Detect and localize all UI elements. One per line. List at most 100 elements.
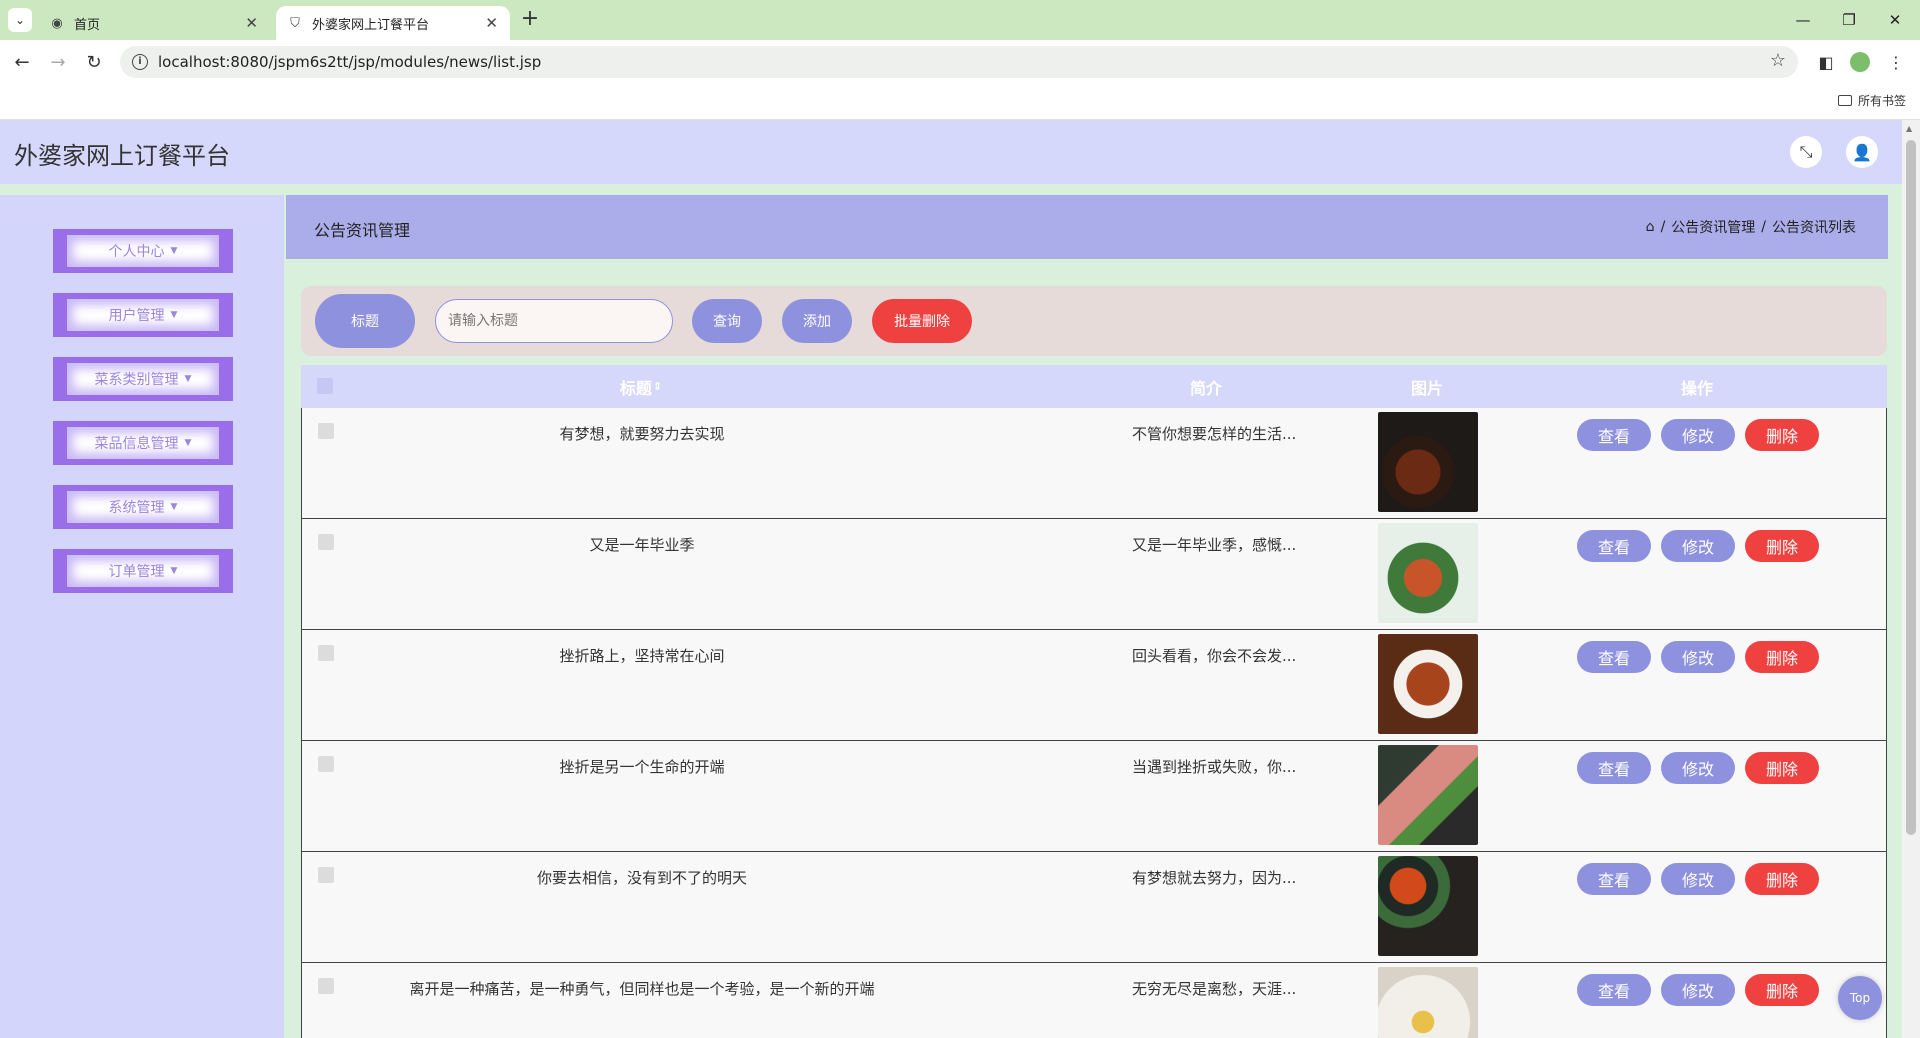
app-title: 外婆家网上订餐平台 bbox=[14, 142, 230, 170]
scroll-up-icon[interactable]: ▲ bbox=[1906, 124, 1912, 133]
table-row: 又是一年毕业季 又是一年毕业季，感慨... 查看 修改 删除 bbox=[301, 519, 1887, 630]
sidebar-item-label: 菜品信息管理 bbox=[94, 436, 179, 452]
window-close-icon[interactable]: ✕ bbox=[1872, 6, 1918, 34]
view-button[interactable]: 查看 bbox=[1577, 752, 1651, 784]
row-intro: 无穷无尽是离愁，天涯... bbox=[1132, 980, 1297, 998]
breadcrumb-item[interactable]: 公告资讯管理 bbox=[1671, 217, 1755, 237]
news-table: 标题 ⇕ 简介 图片 操作 有梦想，就要努力去实现 不管你想要怎样的生活... 查… bbox=[301, 365, 1887, 1038]
column-image: 图片 bbox=[1410, 378, 1443, 398]
row-checkbox[interactable] bbox=[318, 423, 334, 439]
restore-icon[interactable]: ❐ bbox=[1826, 6, 1872, 34]
site-info-icon[interactable]: i bbox=[132, 54, 148, 70]
view-button[interactable]: 查看 bbox=[1577, 419, 1651, 451]
close-icon[interactable]: ✕ bbox=[485, 14, 498, 32]
row-intro: 有梦想就去努力，因为... bbox=[1132, 869, 1297, 887]
fullscreen-icon[interactable]: ⤡ bbox=[1790, 136, 1822, 168]
row-title: 离开是一种痛苦，是一种勇气，但同样也是一个考验，是一个新的开端 bbox=[409, 980, 875, 998]
new-tab-button[interactable]: + bbox=[518, 8, 542, 32]
profile-icon[interactable] bbox=[1848, 50, 1872, 74]
edit-button[interactable]: 修改 bbox=[1661, 863, 1735, 895]
minimize-icon[interactable]: — bbox=[1780, 6, 1826, 34]
folder-icon bbox=[1837, 95, 1852, 106]
edit-button[interactable]: 修改 bbox=[1661, 974, 1735, 1006]
edit-button[interactable]: 修改 bbox=[1661, 641, 1735, 673]
scrollbar-thumb[interactable] bbox=[1906, 140, 1916, 835]
edit-button[interactable]: 修改 bbox=[1661, 752, 1735, 784]
row-checkbox[interactable] bbox=[318, 867, 334, 883]
row-title: 有梦想，就要努力去实现 bbox=[559, 425, 725, 443]
more-menu-icon[interactable]: ⋮ bbox=[1884, 50, 1908, 74]
delete-button[interactable]: 删除 bbox=[1745, 530, 1819, 562]
tab-search-icon[interactable]: ⌄ bbox=[8, 8, 32, 32]
delete-button[interactable]: 删除 bbox=[1745, 974, 1819, 1006]
tab-label: 首页 bbox=[74, 17, 101, 33]
back-icon[interactable]: ← bbox=[10, 50, 34, 74]
row-checkbox[interactable] bbox=[318, 756, 334, 772]
sidebar-item-system[interactable]: 系统管理 ▼ bbox=[53, 485, 233, 529]
sidebar-item-dish-info[interactable]: 菜品信息管理 ▼ bbox=[53, 421, 233, 465]
url-field[interactable]: i localhost:8080/jspm6s2tt/jsp/modules/n… bbox=[120, 46, 1798, 78]
bookmark-star-icon[interactable]: ☆ bbox=[1770, 50, 1786, 71]
page-title: 公告资讯管理 bbox=[314, 221, 411, 240]
caret-down-icon: ▼ bbox=[170, 246, 178, 256]
close-icon[interactable]: ✕ bbox=[245, 14, 258, 32]
delete-button[interactable]: 删除 bbox=[1745, 641, 1819, 673]
view-button[interactable]: 查看 bbox=[1577, 641, 1651, 673]
user-icon[interactable]: 👤 bbox=[1846, 136, 1878, 168]
all-bookmarks-button[interactable]: 所有书签 bbox=[1837, 92, 1906, 109]
search-label: 标题 bbox=[315, 294, 415, 348]
view-button[interactable]: 查看 bbox=[1577, 863, 1651, 895]
home-icon[interactable]: ⌂ bbox=[1646, 219, 1655, 235]
sort-icon[interactable]: ⇕ bbox=[653, 380, 662, 393]
sidebar: 个人中心 ▼ 用户管理 ▼ 菜系类别管理 ▼ 菜品信息管理 ▼ 系统管理 ▼ 订单管理 ▼ bbox=[0, 195, 284, 1038]
row-title: 你要去相信，没有到不了的明天 bbox=[536, 869, 747, 887]
reload-icon[interactable]: ↻ bbox=[82, 50, 106, 74]
browser-tab-home[interactable]: ◉ 首页 ✕ bbox=[38, 6, 270, 40]
title-search-input[interactable] bbox=[435, 299, 673, 343]
app-header: 外婆家网上订餐平台 ⤡ 👤 bbox=[0, 120, 1902, 184]
sidebar-item-personal-center[interactable]: 个人中心 ▼ bbox=[53, 229, 233, 273]
edit-button[interactable]: 修改 bbox=[1661, 530, 1735, 562]
sidebar-item-label: 用户管理 bbox=[108, 308, 165, 324]
dish-thumbnail bbox=[1378, 967, 1478, 1038]
forward-icon[interactable]: → bbox=[46, 50, 70, 74]
delete-button[interactable]: 删除 bbox=[1745, 752, 1819, 784]
row-intro: 不管你想要怎样的生活... bbox=[1132, 425, 1297, 443]
sidebar-item-label: 菜系类别管理 bbox=[94, 372, 179, 388]
dish-thumbnail bbox=[1378, 412, 1478, 512]
select-all-checkbox[interactable] bbox=[317, 378, 333, 394]
sidepanel-icon[interactable]: ◧ bbox=[1814, 50, 1838, 74]
sidebar-item-label: 订单管理 bbox=[108, 564, 165, 580]
edit-button[interactable]: 修改 bbox=[1661, 419, 1735, 451]
caret-down-icon: ▼ bbox=[170, 502, 178, 512]
table-row: 挫折路上，坚持常在心间 回头看看，你会不会发... 查看 修改 删除 bbox=[301, 630, 1887, 741]
delete-button[interactable]: 删除 bbox=[1745, 419, 1819, 451]
query-button[interactable]: 查询 bbox=[692, 299, 762, 343]
back-to-top-button[interactable]: Top bbox=[1838, 976, 1882, 1020]
sidebar-item-cuisine-category[interactable]: 菜系类别管理 ▼ bbox=[53, 357, 233, 401]
search-panel: 标题 查询 添加 批量删除 bbox=[301, 286, 1887, 356]
app-viewport: 外婆家网上订餐平台 ⤡ 👤 个人中心 ▼ 用户管理 ▼ 菜系类别管理 ▼ 菜品信息管理… bbox=[0, 120, 1902, 1038]
browser-tab-bar: ⌄ ◉ 首页 ✕ ⛉ 外婆家网上订餐平台 ✕ + — ❐ ✕ bbox=[0, 0, 1920, 40]
browser-tab-active[interactable]: ⛉ 外婆家网上订餐平台 ✕ bbox=[276, 6, 510, 40]
dish-thumbnail bbox=[1378, 856, 1478, 956]
row-checkbox[interactable] bbox=[318, 645, 334, 661]
add-button[interactable]: 添加 bbox=[782, 299, 852, 343]
view-button[interactable]: 查看 bbox=[1577, 974, 1651, 1006]
table-row: 你要去相信，没有到不了的明天 有梦想就去努力，因为... 查看 修改 删除 bbox=[301, 852, 1887, 963]
breadcrumb-separator: / bbox=[1761, 219, 1766, 235]
batch-delete-button[interactable]: 批量删除 bbox=[872, 299, 972, 343]
row-checkbox[interactable] bbox=[318, 978, 334, 994]
row-checkbox[interactable] bbox=[318, 534, 334, 550]
view-button[interactable]: 查看 bbox=[1577, 530, 1651, 562]
url-text: localhost:8080/jspm6s2tt/jsp/modules/new… bbox=[158, 53, 542, 71]
caret-down-icon: ▼ bbox=[170, 566, 178, 576]
column-title[interactable]: 标题 ⇕ bbox=[341, 365, 941, 408]
row-title: 又是一年毕业季 bbox=[589, 536, 695, 554]
table-row: 离开是一种痛苦，是一种勇气，但同样也是一个考验，是一个新的开端 无穷无尽是离愁，… bbox=[301, 963, 1887, 1038]
page-scrollbar[interactable]: ▲ bbox=[1902, 120, 1920, 1038]
sidebar-item-user-management[interactable]: 用户管理 ▼ bbox=[53, 293, 233, 337]
delete-button[interactable]: 删除 bbox=[1745, 863, 1819, 895]
sidebar-item-orders[interactable]: 订单管理 ▼ bbox=[53, 549, 233, 593]
row-title: 挫折是另一个生命的开端 bbox=[559, 758, 725, 776]
